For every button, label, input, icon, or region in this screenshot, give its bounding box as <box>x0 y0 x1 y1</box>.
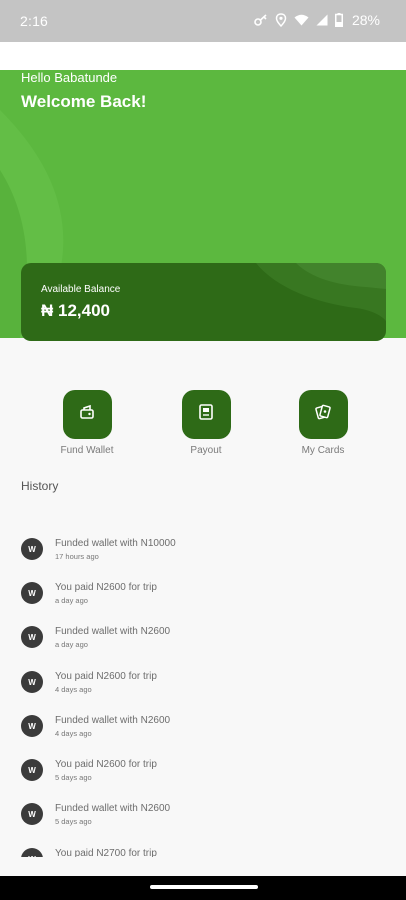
avatar: W <box>21 626 43 648</box>
signal-icon <box>316 14 328 26</box>
fund-wallet-action[interactable]: Fund Wallet <box>42 390 132 456</box>
history-item[interactable]: W You paid N2600 for trip 5 days ago <box>21 748 381 788</box>
history-item[interactable]: W Funded wallet with N2600 a day ago <box>21 615 381 655</box>
history-item-title: Funded wallet with N2600 <box>55 715 171 726</box>
balance-label: Available Balance <box>41 284 121 295</box>
history-item-title: You paid N2600 for trip <box>55 671 157 682</box>
cards-icon <box>314 403 332 426</box>
history-item-time: 4 days ago <box>55 685 92 694</box>
fund-wallet-label: Fund Wallet <box>60 445 114 456</box>
status-icons: 28% <box>254 12 380 28</box>
avatar: W <box>21 848 43 857</box>
avatar: W <box>21 715 43 737</box>
avatar: W <box>21 803 43 825</box>
payout-button[interactable] <box>181 390 231 439</box>
history-item[interactable]: W Funded wallet with N10000 17 hours ago <box>21 527 381 567</box>
history-list: W Funded wallet with N10000 17 hours ago… <box>0 527 406 857</box>
history-item-title: Funded wallet with N2600 <box>55 803 171 814</box>
avatar: W <box>21 671 43 693</box>
history-item-time: a day ago <box>55 640 88 649</box>
balance-card-decoration <box>256 263 386 321</box>
balance-card: Available Balance ₦ 12,400 <box>21 263 386 341</box>
history-item-time: a day ago <box>55 596 88 605</box>
key-icon <box>254 13 268 27</box>
payout-icon <box>198 403 214 426</box>
fund-wallet-button[interactable] <box>62 390 112 439</box>
location-icon <box>275 13 287 27</box>
wifi-icon <box>294 14 309 26</box>
my-cards-label: My Cards <box>301 445 345 456</box>
history-item[interactable]: W You paid N2600 for trip a day ago <box>21 571 381 611</box>
history-item[interactable]: W You paid N2600 for trip 4 days ago <box>21 660 381 700</box>
battery-percent: 28% <box>351 12 380 28</box>
avatar: W <box>21 759 43 781</box>
history-item[interactable]: W You paid N2700 for trip <box>21 837 381 857</box>
history-item-title: You paid N2700 for trip <box>55 848 157 857</box>
greeting-text: Hello Babatunde <box>21 70 118 85</box>
status-bar: 2:16 28% <box>0 0 406 42</box>
payout-label: Payout <box>190 445 222 456</box>
history-item-time: 17 hours ago <box>55 552 99 561</box>
history-item[interactable]: W Funded wallet with N2600 5 days ago <box>21 792 381 832</box>
history-item-time: 4 days ago <box>55 729 92 738</box>
app-screen: 2:16 28% Hello Babatunde Welcome Back! A… <box>0 0 406 900</box>
my-cards-button[interactable] <box>298 390 348 439</box>
avatar: W <box>21 538 43 560</box>
payout-action[interactable]: Payout <box>161 390 251 456</box>
history-item-title: Funded wallet with N2600 <box>55 626 171 637</box>
history-title: History <box>21 479 59 493</box>
history-item-time: 5 days ago <box>55 817 92 826</box>
welcome-title: Welcome Back! <box>21 92 147 111</box>
system-nav-bar <box>0 876 406 900</box>
history-item-title: You paid N2600 for trip <box>55 582 157 593</box>
history-item[interactable]: W Funded wallet with N2600 4 days ago <box>21 704 381 744</box>
history-item-title: Funded wallet with N10000 <box>55 538 176 549</box>
fund-wallet-icon <box>78 403 96 426</box>
avatar: W <box>21 582 43 604</box>
balance-amount: ₦ 12,400 <box>41 301 110 320</box>
battery-icon <box>334 13 343 27</box>
status-time: 2:16 <box>20 13 49 29</box>
home-indicator[interactable] <box>150 885 258 889</box>
top-strip <box>0 42 406 70</box>
my-cards-action[interactable]: My Cards <box>278 390 368 456</box>
history-item-title: You paid N2600 for trip <box>55 759 157 770</box>
history-item-time: 5 days ago <box>55 773 92 782</box>
